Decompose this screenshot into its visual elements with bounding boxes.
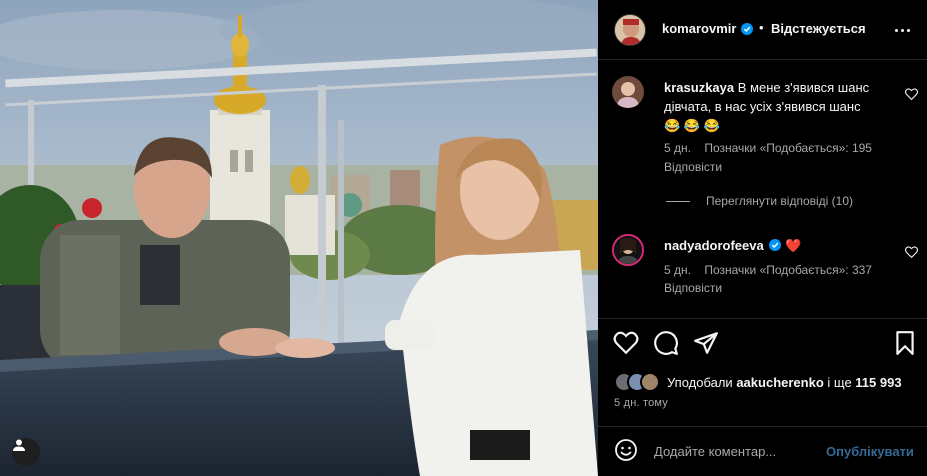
- avatar-image: [615, 15, 645, 45]
- author-username[interactable]: komarovmir: [662, 21, 736, 36]
- commenter-avatar[interactable]: [612, 76, 644, 108]
- add-comment-bar: Додайте коментар... Опублікувати: [598, 426, 927, 476]
- comment-text-block: krasuzkaya В мене з'явився шанс дівчата,…: [664, 78, 900, 135]
- author-avatar[interactable]: [614, 14, 646, 46]
- commenter-avatar[interactable]: [612, 234, 644, 266]
- comment-like-heart-icon[interactable]: [905, 246, 918, 258]
- comment-likes-count[interactable]: Позначки «Подобається»: 195: [704, 141, 872, 155]
- bookmark-icon[interactable]: [892, 330, 918, 356]
- heart-icon[interactable]: [613, 330, 639, 356]
- comment-like-heart-icon[interactable]: [905, 88, 918, 100]
- comment-text-block: nadyadorofeeva ❤️: [664, 236, 900, 255]
- post-timestamp[interactable]: 5 дн. тому: [614, 397, 668, 409]
- comment-age: 5 дн.: [664, 263, 691, 277]
- liker-avatar[interactable]: [640, 372, 660, 392]
- likes-summary: Уподобали aakucherenko і ще 115 993: [614, 372, 902, 392]
- post-side-panel: komarovmir • Відстежується krasuzkaya В …: [598, 0, 927, 476]
- likes-middle: і ще: [827, 374, 852, 390]
- reply-button[interactable]: Відповісти: [664, 160, 722, 174]
- reply-button[interactable]: Відповісти: [664, 281, 722, 295]
- replies-line: [666, 200, 690, 202]
- emoji-icon[interactable]: [614, 438, 638, 462]
- comment-age: 5 дн.: [664, 141, 691, 155]
- send-icon[interactable]: [693, 330, 719, 356]
- likes-count[interactable]: 115 993: [855, 375, 901, 390]
- comment-icon[interactable]: [653, 330, 679, 356]
- liker-username[interactable]: aakucherenko: [736, 375, 823, 390]
- user-icon: [13, 439, 25, 451]
- commenter-username[interactable]: krasuzkaya: [664, 80, 734, 95]
- avatar-image: [614, 236, 642, 264]
- post-header: komarovmir • Відстежується: [598, 0, 927, 60]
- comment-likes-count[interactable]: Позначки «Подобається»: 337: [704, 263, 872, 277]
- verified-badge-icon: [741, 23, 753, 35]
- post-image: [0, 0, 598, 476]
- actions-divider: [598, 318, 927, 319]
- comment-input[interactable]: Додайте коментар...: [654, 444, 776, 459]
- commenter-username[interactable]: nadyadorofeeva: [664, 238, 764, 253]
- comment-emojis: 😂 😂 😂: [664, 118, 720, 133]
- post-comment-button[interactable]: Опублікувати: [826, 444, 914, 459]
- tagged-users-button[interactable]: [12, 438, 40, 466]
- avatar-image: [612, 76, 644, 108]
- header-separator: •: [759, 20, 764, 35]
- verified-badge-icon: [769, 239, 782, 251]
- comment-meta: 5 дн. Позначки «Подобається»: 195: [664, 141, 882, 155]
- comment-text: ❤️: [784, 238, 802, 253]
- comment-meta: 5 дн. Позначки «Подобається»: 337: [664, 263, 882, 277]
- likes-prefix: Уподобали: [667, 374, 733, 390]
- more-horizontal-icon[interactable]: [895, 21, 913, 39]
- view-replies-label: Переглянути відповіді (10): [706, 194, 854, 208]
- view-replies-button[interactable]: Переглянути відповіді (10): [666, 194, 853, 208]
- likes-text: Уподобали aakucherenko і ще 115 993: [667, 375, 902, 390]
- following-button[interactable]: Відстежується: [771, 21, 866, 36]
- action-bar: [598, 330, 927, 360]
- post-photo[interactable]: [0, 0, 598, 476]
